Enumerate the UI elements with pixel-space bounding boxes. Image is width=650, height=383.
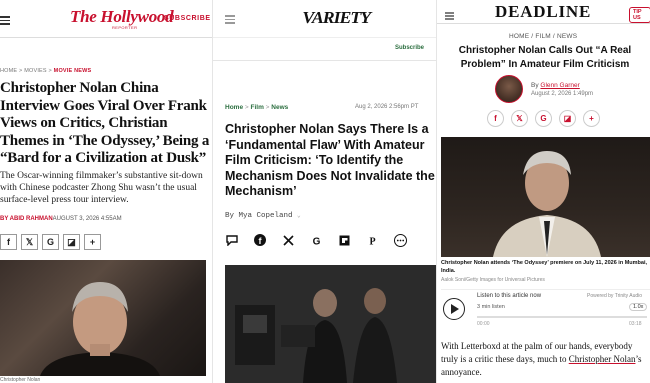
site-header: The Hollywood REPORTER SUBSCRIBE <box>0 0 212 38</box>
subscribe-button[interactable]: SUBSCRIBE <box>164 15 211 22</box>
publish-date: Aug 2, 2026 2:56pm PT <box>355 104 419 110</box>
flipboard-icon[interactable]: ◪ <box>559 110 576 127</box>
time-total: 03:18 <box>629 321 642 327</box>
google-icon[interactable]: G <box>309 233 323 247</box>
breadcrumb-home[interactable]: HOME <box>0 68 17 74</box>
subscribe-link[interactable]: Subscribe <box>395 45 424 51</box>
photo-caption: Christopher Nolan <box>0 377 41 383</box>
facebook-icon[interactable]: f <box>253 233 267 247</box>
photo-caption: Christopher Nolan attends ‘The Odyssey’ … <box>441 260 648 274</box>
time-current: 00:00 <box>477 321 490 327</box>
more-share-icon[interactable]: + <box>583 110 600 127</box>
flipboard-icon[interactable] <box>337 233 351 247</box>
facebook-icon[interactable]: f <box>0 234 17 250</box>
google-icon[interactable]: G <box>535 110 552 127</box>
chevron-down-icon[interactable]: ⌄ <box>297 212 301 219</box>
audio-player: Listen to this article now 3 min listen … <box>441 289 650 331</box>
comment-icon[interactable] <box>225 233 239 247</box>
tip-us-button[interactable]: TIP US <box>629 7 650 23</box>
speed-button[interactable]: 1.0x <box>629 303 648 311</box>
body-link[interactable]: Christopher Nolan <box>569 354 636 364</box>
share-bar: f 𝕏 G ◪ + <box>487 110 600 127</box>
byline: By Glenn Garner <box>531 82 580 89</box>
byline[interactable]: By Mya Copeland ⌄ <box>225 212 301 220</box>
photo-credit: Aalok Soni/Getty Images for Universal Pi… <box>441 277 545 283</box>
svg-text:G: G <box>312 236 320 246</box>
x-icon[interactable] <box>281 233 295 247</box>
author-link[interactable]: BY ABID RAHMAN <box>0 216 53 222</box>
article-photo <box>441 137 650 257</box>
menu-icon[interactable] <box>445 7 454 20</box>
menu-icon[interactable] <box>0 16 10 25</box>
article-photo <box>0 260 206 376</box>
breadcrumb-news[interactable]: News <box>271 104 288 111</box>
breadcrumb: Home > Film > News <box>225 104 289 111</box>
listen-label: Listen to this article now <box>477 293 542 299</box>
site-header: VARIETY <box>213 0 436 38</box>
author-avatar[interactable] <box>495 75 523 103</box>
site-header: DEADLINE TIP US <box>437 0 650 24</box>
site-logo[interactable]: DEADLINE <box>495 2 591 22</box>
breadcrumb-movie-news[interactable]: MOVIE NEWS <box>54 68 92 74</box>
more-icon[interactable] <box>393 233 407 247</box>
breadcrumb[interactable]: HOME / FILM / NEWS <box>509 33 577 40</box>
pinterest-icon[interactable]: P <box>365 233 379 247</box>
publish-date: AUGUST 3, 2026 4:55AM <box>52 216 122 222</box>
article-dek: The Oscar-winning filmmaker’s substantiv… <box>0 171 203 205</box>
google-icon[interactable]: G <box>42 234 59 250</box>
variety-panel: VARIETY Subscribe Home > Film > News Aug… <box>212 0 436 383</box>
article-body: With Letterboxd at the palm of our hands… <box>441 340 649 379</box>
byline-prefix: By <box>531 82 539 89</box>
x-icon[interactable]: 𝕏 <box>21 234 38 250</box>
share-bar: f 𝕏 G ◪ + <box>0 234 101 250</box>
author-link[interactable]: Glenn Garner <box>540 82 579 89</box>
publish-date: August 2, 2026 1:49pm <box>531 91 594 97</box>
film-set-illustration <box>225 265 436 383</box>
menu-icon[interactable] <box>225 15 235 24</box>
x-icon[interactable]: 𝕏 <box>511 110 528 127</box>
listen-duration: 3 min listen <box>477 304 505 310</box>
site-logo[interactable]: The Hollywood <box>70 7 174 27</box>
deadline-panel: DEADLINE TIP US HOME / FILM / NEWS Chris… <box>436 0 650 383</box>
play-icon[interactable] <box>443 298 465 320</box>
facebook-icon[interactable]: f <box>487 110 504 127</box>
portrait-illustration <box>493 151 601 257</box>
article-headline: Christopher Nolan Calls Out “A Real Prob… <box>458 45 632 70</box>
article-photo <box>225 265 436 383</box>
author-link[interactable]: By Mya Copeland <box>225 212 293 220</box>
progress-slider[interactable] <box>477 316 647 318</box>
article-headline: Christopher Nolan Says There Is a ‘Funda… <box>225 122 435 198</box>
flipboard-icon[interactable]: ◪ <box>63 234 80 250</box>
hollywood-reporter-panel: The Hollywood REPORTER SUBSCRIBE HOME > … <box>0 0 212 383</box>
byline: BY ABID RAHMANAUGUST 3, 2026 4:55AM <box>0 216 122 222</box>
svg-text:P: P <box>369 236 375 246</box>
breadcrumb-movies[interactable]: MOVIES <box>24 68 47 74</box>
breadcrumb: HOME > MOVIES > MOVIE NEWS <box>0 68 92 74</box>
share-bar: f G P <box>225 233 407 247</box>
article-headline: Christopher Nolan China Interview Goes V… <box>0 80 210 167</box>
more-share-icon[interactable]: + <box>84 234 101 250</box>
portrait-illustration <box>40 282 160 376</box>
divider <box>213 60 436 61</box>
site-logo[interactable]: VARIETY <box>302 8 371 28</box>
breadcrumb-home[interactable]: Home <box>225 104 243 111</box>
breadcrumb-film[interactable]: Film <box>250 104 263 111</box>
powered-by[interactable]: Powered by Trinity Audio <box>587 293 642 299</box>
site-logo-sub: REPORTER <box>112 25 138 30</box>
